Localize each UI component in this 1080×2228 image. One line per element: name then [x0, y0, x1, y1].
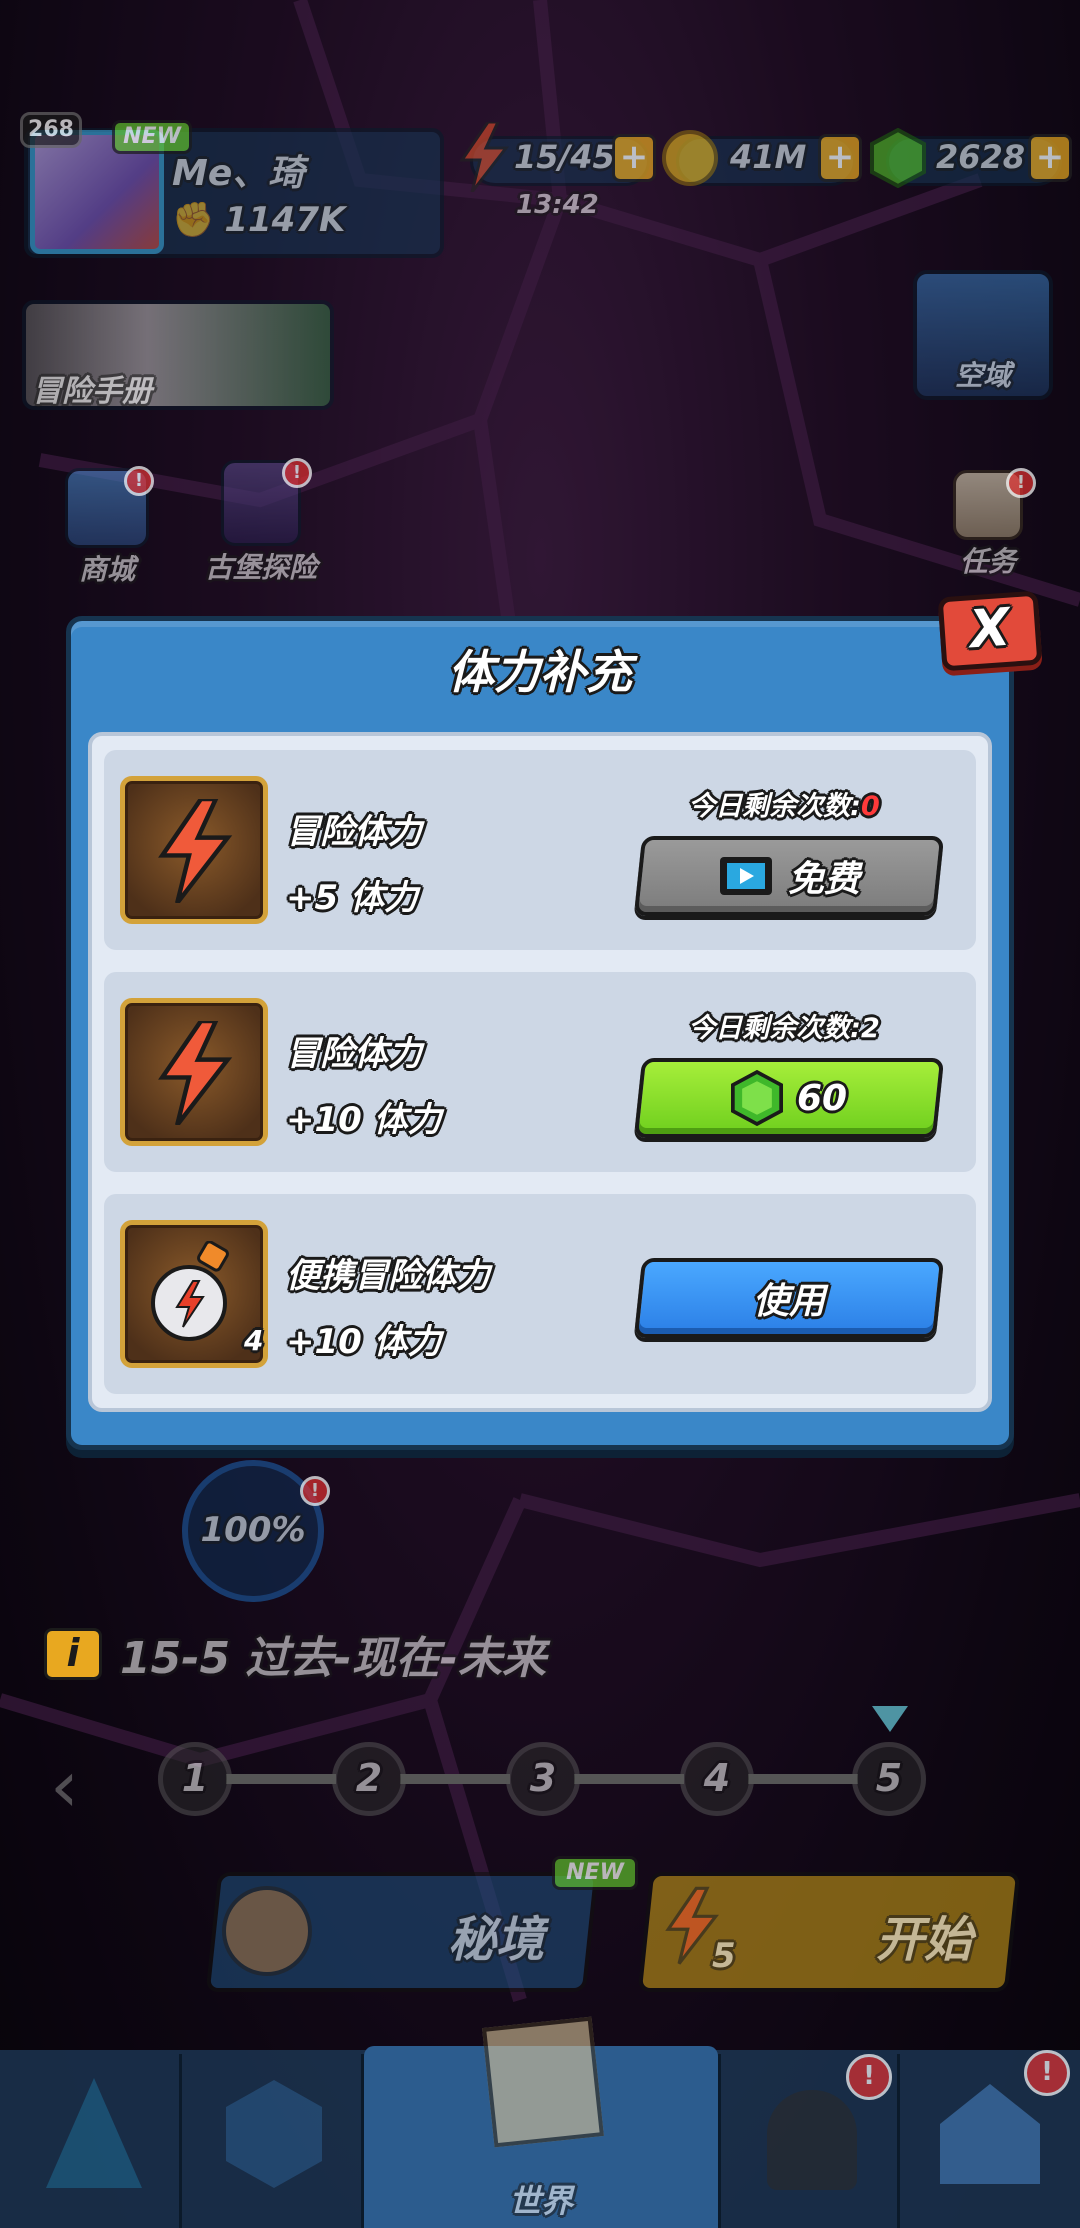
crystal-icon: [46, 2078, 142, 2188]
stage-title: 15-5 过去-现在-未来: [120, 1633, 546, 1684]
stage-node-1[interactable]: 1: [158, 1742, 232, 1816]
gem-value: 2628: [936, 138, 1026, 176]
progress-value: 100%: [200, 1510, 306, 1550]
player-name: Me、琦: [172, 153, 305, 194]
free-refill-label: 免费: [787, 859, 860, 900]
row2-remaining-count: 2: [861, 1013, 880, 1044]
stage-link: [748, 1774, 858, 1784]
base-alert-badge: !: [1024, 2050, 1070, 2096]
house-icon: [940, 2084, 1040, 2184]
gem-plus-button[interactable]: +: [1028, 134, 1072, 182]
video-play-icon: [719, 857, 772, 895]
secret-new-badge: NEW: [552, 1856, 638, 1890]
row1-item-value: +5 体力: [286, 878, 418, 918]
tasks-alert-badge: !: [1006, 468, 1036, 498]
stamina-bolt-icon: [459, 122, 510, 192]
row1-item-name: 冒险体力: [286, 812, 422, 852]
player-level-badge: 268: [20, 112, 82, 148]
gold-value: 41M: [730, 138, 807, 176]
row2-item-value: +10 体力: [286, 1100, 442, 1140]
row3-item-value: +10 体力: [286, 1322, 442, 1362]
stamina-bolt-icon: [158, 1021, 233, 1125]
stage-prev-arrow[interactable]: ‹: [50, 1744, 79, 1828]
stage-node-3[interactable]: 3: [506, 1742, 580, 1816]
stage-info: i 15-5 过去-现在-未来: [44, 1622, 546, 1686]
player-power: 1147K: [224, 200, 346, 240]
stamina-item-slot: [120, 998, 268, 1146]
stage-link: [400, 1774, 510, 1784]
free-refill-button[interactable]: 免费: [633, 836, 945, 916]
castle-label: 古堡探险: [204, 551, 317, 584]
gold-coin-icon: [662, 130, 718, 186]
stamina-potion-icon: [151, 1241, 229, 1341]
world-tab-label: 世界: [508, 2182, 573, 2220]
nav-tab-guild[interactable]: [182, 2054, 364, 2228]
hex-badge-icon: [226, 2080, 322, 2188]
row1-remaining-label: 今日剩余次数:: [688, 791, 861, 822]
row2-item-name: 冒险体力: [286, 1034, 422, 1074]
progress-alert-badge: !: [300, 1476, 330, 1506]
tasks-label: 任务: [959, 545, 1016, 578]
power-row: ✊ 1147K: [172, 200, 345, 240]
stamina-bolt-icon: [158, 799, 233, 903]
start-label: 开始: [876, 1912, 973, 1968]
power-fist-icon: ✊: [172, 200, 215, 240]
skyfield-menu[interactable]: 空域: [908, 270, 1058, 400]
characters-icon: [767, 2090, 857, 2190]
current-stage-marker-icon: [872, 1706, 908, 1732]
nav-tab-heroes[interactable]: [0, 2054, 182, 2228]
world-map-icon: [482, 2016, 604, 2148]
stage-node-2[interactable]: 2: [332, 1742, 406, 1816]
use-potion-button[interactable]: 使用: [633, 1258, 945, 1338]
gem-icon: [730, 1070, 783, 1126]
target-icon: [222, 1886, 312, 1976]
row2-remaining-label: 今日剩余次数:: [688, 1013, 861, 1044]
stage-node-4[interactable]: 4: [680, 1742, 754, 1816]
adventure-manual-label: 冒险手册: [32, 374, 152, 409]
use-potion-label: 使用: [752, 1281, 825, 1322]
stamina-item-slot: [120, 776, 268, 924]
characters-alert-badge: !: [846, 2054, 892, 2100]
gem-cost-label: 60: [796, 1077, 848, 1119]
skyfield-label: 空域: [954, 359, 1011, 392]
gem-refill-button[interactable]: 60: [633, 1058, 945, 1138]
stamina-plus-button[interactable]: +: [612, 134, 656, 182]
stage-link: [226, 1774, 336, 1784]
close-button[interactable]: X: [937, 590, 1043, 672]
shop-alert-badge: !: [124, 466, 154, 496]
gold-plus-button[interactable]: +: [818, 134, 862, 182]
row3-item-name: 便携冒险体力: [286, 1256, 490, 1296]
stage-link: [574, 1774, 684, 1784]
info-icon[interactable]: i: [44, 1628, 102, 1680]
dialog-title: 体力补充: [448, 645, 632, 699]
stamina-value: 15/45: [514, 138, 615, 176]
start-cost: 5: [712, 1936, 736, 1976]
stage-node-5[interactable]: 5: [852, 1742, 926, 1816]
row1-remaining-count: 0: [861, 791, 880, 822]
potion-count: 4: [244, 1324, 264, 1357]
stamina-timer: 13:42: [516, 190, 599, 220]
shop-label: 商城: [78, 553, 135, 586]
row1-remaining: 今日剩余次数:0: [636, 784, 932, 823]
secret-realm-label: 秘境: [448, 1912, 545, 1968]
castle-alert-badge: !: [282, 458, 312, 488]
gem-icon: [870, 128, 926, 188]
row2-remaining: 今日剩余次数:2: [636, 1006, 932, 1045]
